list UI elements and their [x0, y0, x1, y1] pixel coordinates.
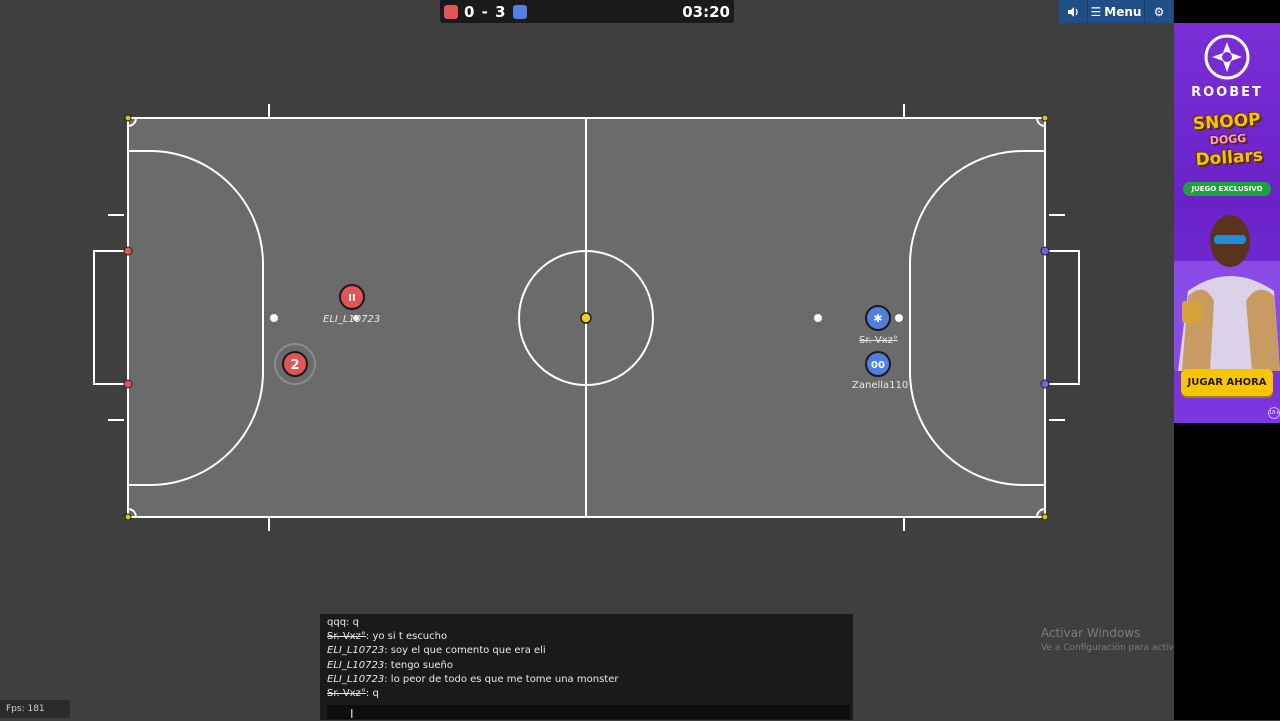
- blue-player-1-avatar: ✱: [873, 312, 882, 325]
- red-goal-post-bottom: [123, 379, 133, 389]
- chat-message: Sr. Vxz°: q: [327, 688, 379, 699]
- chat-nick: qqq: [327, 617, 347, 628]
- menu-label: Menu: [1104, 4, 1142, 19]
- chat-message: ELI_L10723: soy el que comento que era e…: [327, 645, 546, 657]
- ad-cta-button[interactable]: JUGAR AHORA: [1181, 369, 1273, 396]
- blue-goal-post-bottom: [1040, 379, 1050, 389]
- sound-button[interactable]: [1059, 0, 1088, 23]
- ad-age-badge: 18+: [1268, 407, 1280, 419]
- fps-counter: Fps: 181: [0, 700, 70, 718]
- blue-player-2-avatar: 00: [871, 360, 885, 371]
- chat-nick: ELI_L10723: [327, 659, 385, 671]
- ad-brand: ROOBET: [1191, 85, 1263, 100]
- ball: [580, 312, 592, 324]
- chat-nick: Sr. Vxz°: [327, 688, 366, 699]
- chat-message: ELI_L10723: tengo sueño: [327, 659, 454, 671]
- red-player-1: II: [339, 284, 365, 310]
- hamburger-icon: ☰: [1090, 4, 1102, 19]
- chat-message: ELI_L10723: lo peor de todo es que me to…: [327, 673, 619, 685]
- ad-character-illustration: [1174, 215, 1280, 371]
- chat-text: lo peor de todo es que me tome una monst…: [390, 673, 619, 685]
- red-team-swatch: [444, 4, 458, 19]
- chat-text: yo si t escucho: [372, 631, 448, 643]
- score-bar: 0 - 3 03:20: [440, 0, 734, 23]
- red-goal-post-top: [123, 246, 133, 256]
- chat-message: qqq: q: [327, 617, 359, 628]
- top-controls: ☰ Menu ⚙: [1059, 0, 1174, 23]
- chat-text: tengo sueño: [390, 659, 454, 671]
- blue-player-2: 00: [865, 351, 891, 377]
- ad-game-line3: Dollars: [1194, 145, 1264, 171]
- chat-panel: qqq: q Sr. Vxz°: yo si t escucho ELI_L1072…: [320, 614, 853, 720]
- blue-player-1: ✱: [865, 305, 891, 331]
- speaker-icon: [1068, 6, 1078, 17]
- futsal-field: II 2 ✱ 00: [93, 104, 1080, 531]
- blue-team-swatch: [512, 4, 527, 19]
- game-stage: II 2 ✱ 00 ELI_L10723 Sr. Vxz° Zanella110: [0, 0, 1174, 720]
- blue-player-2-name: Zanella110: [852, 380, 909, 391]
- chat-input[interactable]: [327, 705, 850, 719]
- chat-text: q: [352, 617, 359, 628]
- blue-goal-post-top: [1040, 246, 1050, 256]
- gear-icon: ⚙: [1153, 4, 1165, 19]
- ad-game-title: SNOOP DOGG Dollars: [1178, 110, 1278, 171]
- chat-nick: Sr. Vxz°: [327, 631, 366, 643]
- right-goal: [1045, 250, 1080, 385]
- red-player-2-avatar: 2: [290, 358, 299, 373]
- menu-button[interactable]: ☰ Menu: [1088, 0, 1145, 23]
- left-goal: [93, 250, 128, 385]
- red-player-1-avatar: II: [348, 293, 355, 304]
- chat-message: Sr. Vxz°: yo si t escucho: [327, 631, 448, 643]
- chat-text: q: [372, 688, 379, 699]
- chat-text: soy el que comento que era eli: [390, 645, 546, 657]
- text-cursor-icon: I: [350, 707, 354, 721]
- ad-badge: JUEGO EXCLUSIVO: [1183, 182, 1271, 196]
- chat-nick: ELI_L10723: [327, 645, 385, 657]
- score-text: 0 - 3: [464, 2, 507, 21]
- roobet-logo-icon: [1204, 34, 1250, 80]
- match-timer: 03:20: [682, 2, 730, 21]
- blue-player-1-name: Sr. Vxz°: [859, 335, 898, 346]
- settings-button[interactable]: ⚙: [1145, 0, 1174, 23]
- red-player-1-name: ELI_L10723: [323, 314, 381, 325]
- chat-nick: ELI_L10723: [327, 673, 385, 685]
- ad-banner[interactable]: ROOBET SNOOP DOGG Dollars JUEGO EXCLUSIV…: [1174, 23, 1280, 423]
